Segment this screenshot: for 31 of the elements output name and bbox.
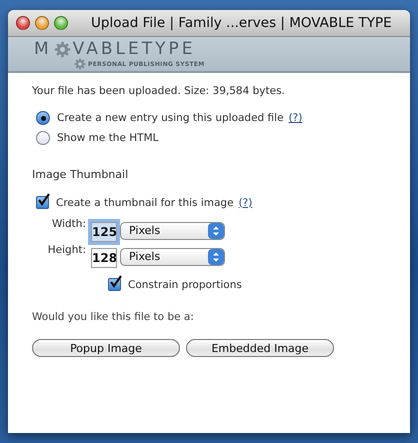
choice-button[interactable]: Embedded Image xyxy=(186,339,334,357)
input-field[interactable]: 125 xyxy=(91,222,117,242)
radio-button[interactable] xyxy=(36,111,50,125)
field-label: Width: xyxy=(50,218,87,230)
logo-text: M xyxy=(34,40,52,58)
choice-button[interactable]: Popup Image xyxy=(32,339,180,357)
minimize-button[interactable] xyxy=(35,16,49,30)
checkbox[interactable] xyxy=(108,278,121,291)
unit-dropdown[interactable]: Pixels xyxy=(120,222,225,240)
stepper-arrows-icon xyxy=(208,248,224,264)
upload-message: Your file has been uploaded. Size: 39,584 bytes. xyxy=(32,85,285,97)
gear-icon xyxy=(74,58,86,70)
logo-text: VABLETYPE xyxy=(72,40,196,58)
gear-icon xyxy=(54,40,71,58)
stepper-arrows-icon xyxy=(208,222,224,238)
section-heading: Image Thumbnail xyxy=(32,168,128,181)
window-title: Upload File | Family ...erves | MOVABLE TYPE xyxy=(91,15,392,31)
help-link[interactable]: (?) xyxy=(238,196,252,208)
help-link[interactable]: (?) xyxy=(288,112,302,124)
radio-label: Show me the HTML xyxy=(57,132,158,144)
checkbox-label: Create a thumbnail for this image xyxy=(56,196,234,208)
unit-dropdown[interactable]: Pixels xyxy=(120,248,225,266)
field-label: Height: xyxy=(46,244,87,256)
zoom-button[interactable] xyxy=(54,16,68,30)
close-button[interactable] xyxy=(16,16,30,30)
checkbox-label: Constrain proportions xyxy=(128,278,242,290)
input-field[interactable]: 128 xyxy=(91,248,117,268)
question-text: Would you like this file to be a: xyxy=(32,311,194,323)
radio-button[interactable] xyxy=(36,131,50,145)
checkbox[interactable] xyxy=(36,196,49,209)
radio-label: Create a new entry using this uploaded file xyxy=(57,112,284,124)
